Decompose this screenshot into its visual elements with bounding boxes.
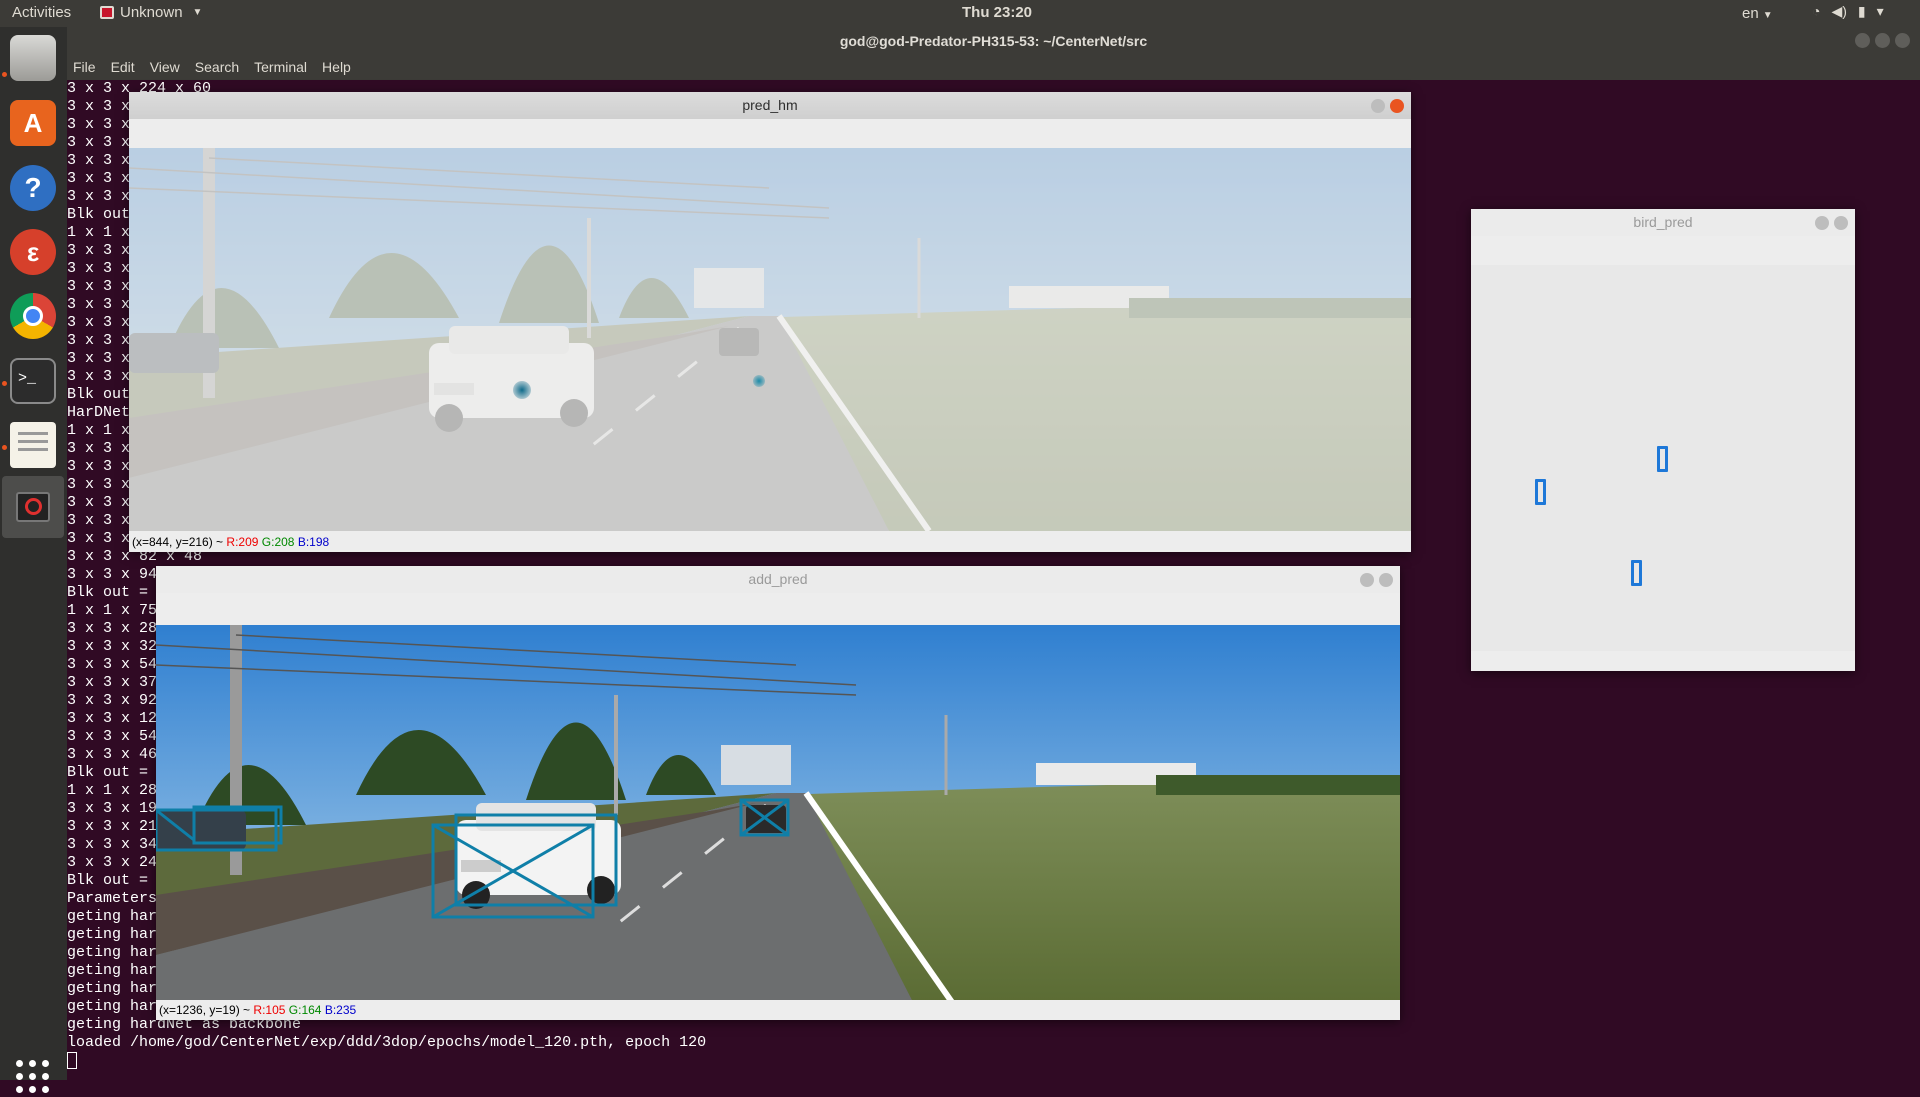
maximize-button[interactable]	[1875, 33, 1890, 48]
menu-help[interactable]: Help	[322, 55, 351, 80]
activities-button[interactable]: Activities	[12, 4, 71, 21]
bird-pred-window[interactable]: bird_pred	[1471, 209, 1855, 671]
status-blue: B:198	[297, 535, 330, 549]
window-title: add_pred	[748, 571, 808, 587]
pixel-status-bar: (x=844, y=216) ~ R:209 G:208 B:198	[129, 532, 1411, 552]
top-panel: Activities Unknown ▼ Thu 23:20 en ▼ ◔ ◀) ▮ ▾	[0, 0, 1920, 27]
show-applications-icon[interactable]	[16, 1060, 49, 1093]
wifi-icon: ◔	[1812, 3, 1821, 19]
status-red: R:209	[226, 535, 259, 549]
status-red: R:105	[253, 1003, 286, 1017]
language-label: en	[1742, 5, 1759, 22]
birds-eye-canvas[interactable]	[1471, 265, 1855, 651]
status-position: (x=1236, y=19) ~	[159, 1003, 251, 1017]
minimize-button[interactable]	[1855, 33, 1870, 48]
menu-terminal[interactable]: Terminal	[254, 55, 307, 80]
volume-icon: ◀)	[1831, 3, 1847, 19]
pixel-status-bar: (x=1236, y=19) ~ R:105 G:164 B:235	[156, 1000, 1400, 1020]
image-toolbar	[156, 593, 1400, 622]
terminal-cursor	[67, 1052, 706, 1072]
bird-box	[1631, 560, 1642, 586]
running-indicator	[2, 445, 7, 450]
status-blue: B:235	[324, 1003, 357, 1017]
detection-image[interactable]	[156, 625, 1400, 1000]
running-indicator	[2, 381, 7, 386]
add-pred-window[interactable]: add_pred (x=1236, y=19) ~ R:105 G:164 B:…	[156, 566, 1400, 1020]
menu-search[interactable]: Search	[195, 55, 239, 80]
clock[interactable]: Thu 23:20	[962, 4, 1032, 21]
heatmap-peak	[513, 381, 531, 399]
minimize-button[interactable]	[1360, 573, 1374, 587]
pred-hm-titlebar[interactable]: pred_hm	[129, 92, 1411, 119]
close-button[interactable]	[1379, 573, 1393, 587]
bird-pred-titlebar[interactable]: bird_pred	[1471, 209, 1855, 236]
status-green: G:164	[288, 1003, 322, 1017]
terminal-title: god@god-Predator-PH315-53: ~/CenterNet/s…	[839, 33, 1148, 49]
terminal-icon[interactable]: >_	[10, 358, 56, 404]
terminal-menubar: File Edit View Search Terminal Help	[67, 55, 1920, 80]
close-button[interactable]	[1895, 33, 1910, 48]
add-pred-titlebar[interactable]: add_pred	[156, 566, 1400, 593]
menu-file[interactable]: File	[73, 55, 96, 80]
text-editor-icon[interactable]	[10, 422, 56, 468]
bird-box	[1657, 446, 1668, 472]
status-position: (x=844, y=216) ~	[132, 535, 224, 549]
heatmap-overlay	[129, 148, 1411, 531]
menu-edit[interactable]: Edit	[111, 55, 135, 80]
chrome-icon[interactable]	[10, 293, 56, 339]
close-button[interactable]	[1834, 216, 1848, 230]
active-app-icon[interactable]	[2, 476, 64, 538]
close-button[interactable]	[1390, 99, 1404, 113]
pred-hm-window[interactable]: pred_hm (x=844, y=216) ~ R:209 G:208 B:1…	[129, 92, 1411, 552]
image-toolbar	[1471, 236, 1855, 265]
heatmap-peak	[753, 375, 765, 387]
image-toolbar	[129, 119, 1411, 148]
menu-view[interactable]: View	[150, 55, 180, 80]
terminal-line: loaded /home/god/CenterNet/exp/ddd/3dop/…	[67, 1034, 707, 1051]
bird-box	[1535, 479, 1546, 505]
app-icon	[100, 6, 114, 19]
system-tray[interactable]: ◔ ◀) ▮ ▾	[1812, 3, 1884, 20]
window-title: pred_hm	[742, 97, 798, 113]
minimize-button[interactable]	[1371, 99, 1385, 113]
files-icon[interactable]	[10, 35, 56, 81]
chevron-down-icon: ▾	[1876, 3, 1884, 19]
language-indicator[interactable]: en ▼	[1742, 5, 1773, 22]
minimize-button[interactable]	[1815, 216, 1829, 230]
dock: A ? ε >_	[0, 27, 67, 1093]
chevron-down-icon: ▼	[1762, 10, 1773, 21]
app-menu[interactable]: Unknown ▼	[100, 4, 202, 21]
app-menu-label: Unknown	[120, 4, 183, 21]
software-center-icon[interactable]: A	[10, 100, 56, 146]
window-title: bird_pred	[1633, 214, 1693, 230]
help-icon[interactable]: ?	[10, 165, 56, 211]
terminal-titlebar[interactable]: god@god-Predator-PH315-53: ~/CenterNet/s…	[67, 27, 1920, 55]
running-indicator	[2, 72, 7, 77]
chevron-down-icon: ▼	[192, 7, 203, 18]
tool-icon[interactable]: ε	[10, 229, 56, 275]
battery-icon: ▮	[1857, 3, 1866, 19]
status-green: G:208	[261, 535, 295, 549]
